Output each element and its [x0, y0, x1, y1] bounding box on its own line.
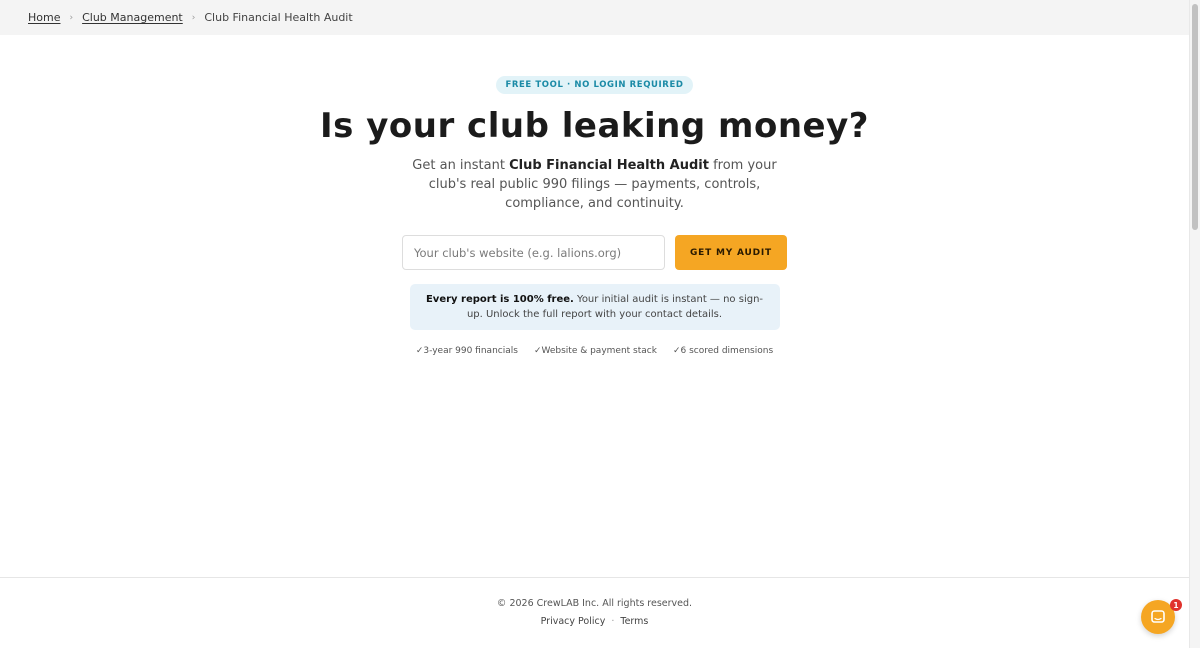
hero-subtitle: Get an instant Club Financial Health Aud… [395, 156, 795, 213]
copyright-text: © 2026 CrewLAB Inc. All rights reserved. [496, 598, 693, 609]
feature-item: ✓6 scored dimensions [672, 346, 774, 356]
audit-form: GET MY AUDIT [402, 235, 787, 270]
chevron-right-icon: › [69, 12, 74, 23]
feature-list: ✓3-year 990 financials ✓Website & paymen… [0, 346, 1189, 356]
page-title: Is your club leaking money? [320, 106, 869, 146]
chat-icon [1151, 610, 1165, 623]
free-report-notice: Every report is 100% free. Your initial … [409, 284, 780, 330]
breadcrumb-link-home[interactable]: Home [28, 11, 60, 24]
notice-bold: Every report is 100% free. [425, 294, 574, 305]
notification-badge: 1 [1170, 599, 1182, 611]
subtitle-lead: Get an instant [412, 158, 510, 173]
breadcrumb: Home › Club Management › Club Financial … [0, 0, 1189, 35]
terms-link[interactable]: Terms [620, 616, 648, 627]
scrollbar-thumb[interactable] [1192, 4, 1198, 230]
website-input[interactable] [402, 235, 665, 270]
breadcrumb-link-club-management[interactable]: Club Management [82, 11, 183, 24]
privacy-policy-link[interactable]: Privacy Policy [541, 616, 606, 627]
breadcrumb-current: Club Financial Health Audit [204, 11, 353, 24]
hero-section: FREE TOOL · NO LOGIN REQUIRED Is your cl… [0, 35, 1189, 356]
feature-item: ✓Website & payment stack [533, 346, 657, 356]
footer-separator: · [611, 616, 615, 627]
subtitle-product-name: Club Financial Health Audit [509, 158, 709, 173]
get-audit-button[interactable]: GET MY AUDIT [675, 235, 787, 270]
chevron-right-icon: › [191, 12, 196, 23]
feature-item: ✓3-year 990 financials [415, 346, 518, 356]
footer: © 2026 CrewLAB Inc. All rights reserved.… [0, 577, 1189, 648]
free-tool-badge: FREE TOOL · NO LOGIN REQUIRED [496, 76, 693, 94]
scrollbar[interactable] [1189, 0, 1200, 648]
footer-links: Privacy Policy · Terms [0, 616, 1189, 627]
